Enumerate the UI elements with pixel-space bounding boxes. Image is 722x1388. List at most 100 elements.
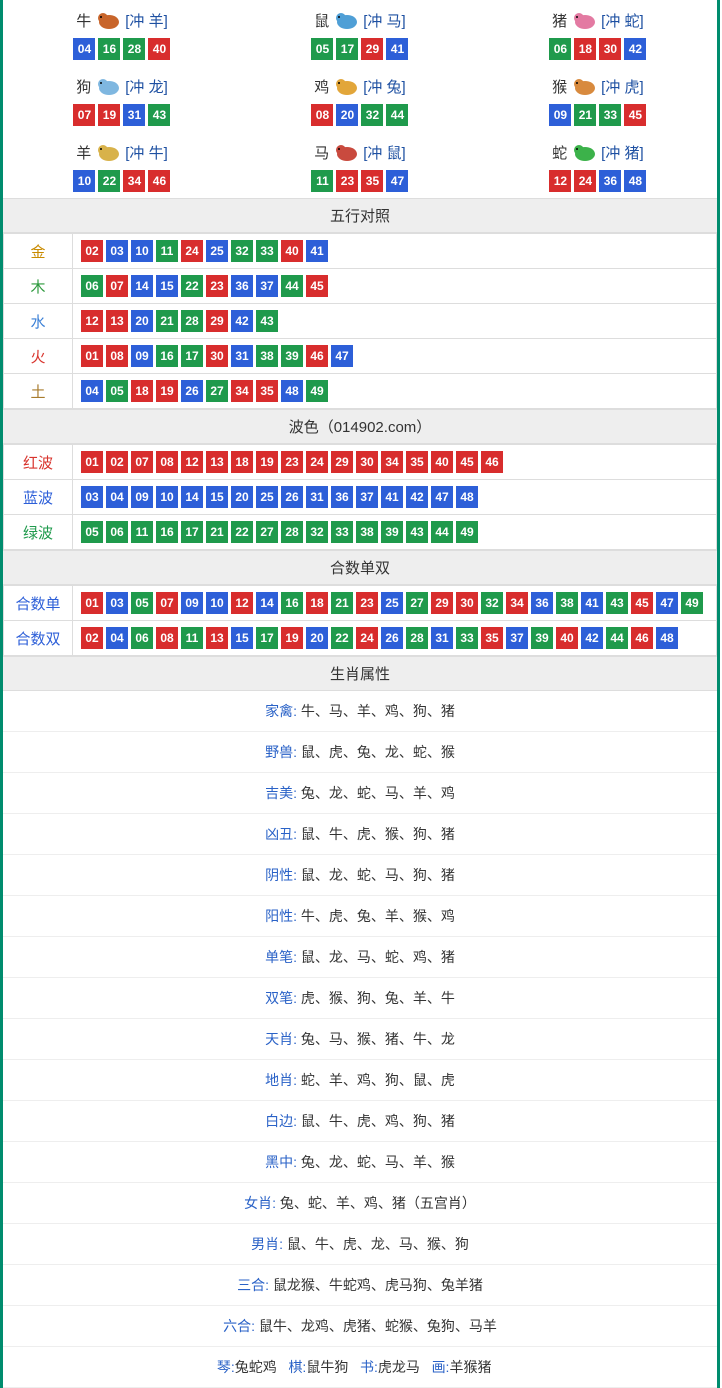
zodiac-cell: 鸡[冲 兔]08203244	[241, 66, 479, 132]
number-ball: 12	[231, 592, 253, 614]
attrs-header: 生肖属性	[3, 656, 717, 691]
number-ball: 40	[556, 627, 578, 649]
row-numbers: 06071415222336374445	[73, 269, 717, 304]
horse-icon	[331, 140, 361, 164]
number-ball: 25	[381, 592, 403, 614]
number-ball: 31	[431, 627, 453, 649]
attr-label: 双笔:	[265, 990, 297, 1006]
number-ball: 13	[206, 451, 228, 473]
number-ball: 32	[361, 104, 383, 126]
attr-label: 天肖:	[265, 1031, 297, 1047]
zodiac-tag: [冲 兔]	[363, 76, 406, 97]
number-ball: 19	[281, 627, 303, 649]
table-row: 木06071415222336374445	[4, 269, 717, 304]
number-ball: 30	[206, 345, 228, 367]
number-ball: 06	[106, 521, 128, 543]
number-ball: 01	[81, 451, 103, 473]
number-ball: 04	[106, 486, 128, 508]
row-numbers: 0204060811131517192022242628313335373940…	[73, 621, 717, 656]
number-ball: 11	[311, 170, 333, 192]
attr-label: 棋:	[288, 1359, 306, 1375]
zodiac-name: 猴	[552, 76, 567, 97]
number-ball: 46	[631, 627, 653, 649]
number-ball: 45	[456, 451, 478, 473]
attr-row: 单笔: 鼠、龙、马、蛇、鸡、猪	[3, 937, 717, 978]
zodiac-tag: [冲 马]	[363, 10, 406, 31]
zodiac-cell: 马[冲 鼠]11233547	[241, 132, 479, 198]
attrs-list: 家禽: 牛、马、羊、鸡、狗、猪野兽: 鼠、虎、兔、龙、蛇、猴吉美: 兔、龙、蛇、…	[3, 691, 717, 1388]
number-ball: 24	[356, 627, 378, 649]
monkey-icon	[569, 74, 599, 98]
number-ball: 37	[356, 486, 378, 508]
table-row: 合数双0204060811131517192022242628313335373…	[4, 621, 717, 656]
number-ball: 23	[356, 592, 378, 614]
number-ball: 14	[181, 486, 203, 508]
number-ball: 30	[356, 451, 378, 473]
zodiac-name: 鼠	[314, 10, 329, 31]
number-ball: 02	[81, 240, 103, 262]
number-ball: 49	[456, 521, 478, 543]
number-ball: 08	[311, 104, 333, 126]
table-row: 合数单0103050709101214161821232527293032343…	[4, 586, 717, 621]
zodiac-cell: 鼠[冲 马]05172941	[241, 0, 479, 66]
number-ball: 27	[256, 521, 278, 543]
number-ball: 17	[256, 627, 278, 649]
number-ball: 48	[624, 170, 646, 192]
number-ball: 31	[306, 486, 328, 508]
number-ball: 46	[148, 170, 170, 192]
attr-label: 家禽:	[265, 703, 297, 719]
number-ball: 33	[331, 521, 353, 543]
number-ball: 09	[181, 592, 203, 614]
snake-icon	[569, 140, 599, 164]
number-ball: 38	[356, 521, 378, 543]
number-ball: 45	[631, 592, 653, 614]
table-row: 火0108091617303138394647	[4, 339, 717, 374]
number-ball: 03	[81, 486, 103, 508]
number-ball: 34	[231, 380, 253, 402]
number-ball: 21	[206, 521, 228, 543]
number-ball: 48	[456, 486, 478, 508]
heshu-table: 合数单0103050709101214161821232527293032343…	[3, 585, 717, 656]
zodiac-cell: 猴[冲 虎]09213345	[479, 66, 717, 132]
number-ball: 49	[681, 592, 703, 614]
number-ball: 28	[181, 310, 203, 332]
number-ball: 34	[123, 170, 145, 192]
number-ball: 46	[306, 345, 328, 367]
number-ball: 28	[281, 521, 303, 543]
row-label: 木	[4, 269, 73, 304]
number-ball: 14	[131, 275, 153, 297]
attr-label: 野兽:	[265, 744, 297, 760]
attr-row: 天肖: 兔、马、猴、猪、牛、龙	[3, 1019, 717, 1060]
table-row: 水1213202128294243	[4, 304, 717, 339]
number-ball: 25	[256, 486, 278, 508]
number-ball: 17	[181, 345, 203, 367]
number-ball: 08	[156, 451, 178, 473]
number-ball: 40	[281, 240, 303, 262]
number-ball: 38	[256, 345, 278, 367]
attr-value: 兔、龙、蛇、马、羊、鸡	[301, 785, 455, 801]
attr-row: 六合: 鼠牛、龙鸡、虎猪、蛇猴、兔狗、马羊	[3, 1306, 717, 1347]
number-ball: 27	[406, 592, 428, 614]
number-ball: 17	[181, 521, 203, 543]
number-ball: 28	[123, 38, 145, 60]
zodiac-cell: 羊[冲 牛]10223446	[3, 132, 241, 198]
attr-value: 蛇、羊、鸡、狗、鼠、虎	[301, 1072, 455, 1088]
attr-label: 男肖:	[251, 1236, 283, 1252]
number-ball: 04	[81, 380, 103, 402]
number-ball: 33	[256, 240, 278, 262]
number-ball: 15	[231, 627, 253, 649]
attr-row: 女肖: 兔、蛇、羊、鸡、猪（五宫肖）	[3, 1183, 717, 1224]
attr-value: 牛、虎、兔、羊、猴、鸡	[301, 908, 455, 924]
number-ball: 22	[98, 170, 120, 192]
attr-value: 鼠、牛、虎、猴、狗、猪	[301, 826, 455, 842]
attr-row: 野兽: 鼠、虎、兔、龙、蛇、猴	[3, 732, 717, 773]
attr-row: 琴:兔蛇鸡 棋:鼠牛狗 书:虎龙马 画:羊猴猪	[3, 1347, 717, 1388]
number-ball: 35	[256, 380, 278, 402]
number-ball: 36	[231, 275, 253, 297]
attr-value: 羊猴猪	[449, 1359, 491, 1375]
number-ball: 22	[181, 275, 203, 297]
number-ball: 31	[123, 104, 145, 126]
rooster-icon	[331, 74, 361, 98]
number-ball: 05	[131, 592, 153, 614]
number-ball: 26	[181, 380, 203, 402]
